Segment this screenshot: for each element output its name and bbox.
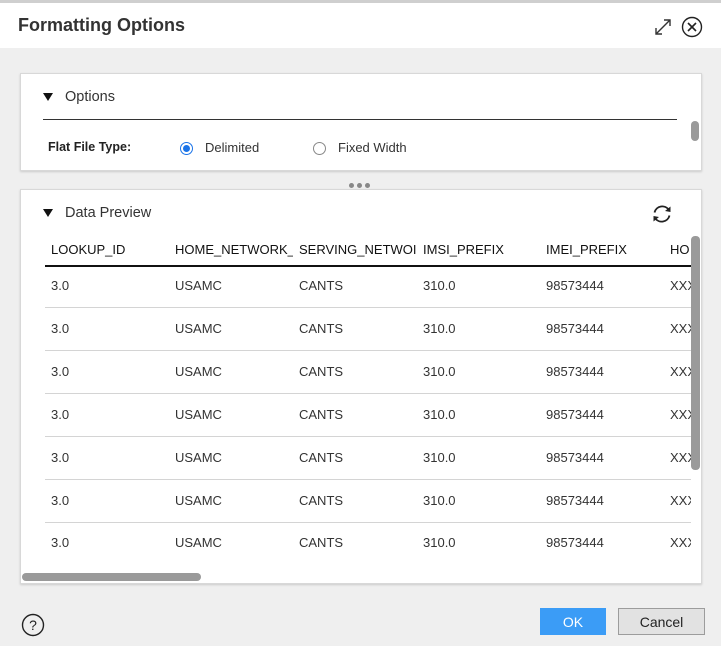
table-cell: CANTS	[299, 407, 344, 422]
table-cell: 310.0	[423, 450, 456, 465]
options-panel: Options Flat File Type: Delimited Fixed …	[20, 73, 702, 171]
table-row: 3.0 USAMC CANTS 310.0 98573444 XXX	[45, 522, 691, 564]
column-header: IMSI_PREFIX	[423, 242, 504, 257]
table-cell: 310.0	[423, 321, 456, 336]
table-cell: XXX	[670, 493, 691, 508]
table-cell: 98573444	[546, 364, 604, 379]
table-cell: 310.0	[423, 364, 456, 379]
options-scrollbar[interactable]	[691, 121, 699, 141]
dialog-header: Formatting Options	[0, 3, 721, 48]
table-cell: 98573444	[546, 535, 604, 550]
options-section-toggle[interactable]: Options	[43, 89, 115, 105]
collapse-triangle-icon	[43, 209, 53, 217]
table-cell: 310.0	[423, 493, 456, 508]
delimited-radio[interactable]	[180, 142, 193, 155]
options-divider	[43, 119, 677, 120]
table-cell: XXX	[670, 535, 691, 550]
column-header: LOOKUP_ID	[51, 242, 126, 257]
table-cell: USAMC	[175, 321, 222, 336]
delimited-radio-label[interactable]: Delimited	[205, 140, 259, 155]
table-cell: XXX	[670, 450, 691, 465]
fixed-width-radio[interactable]	[313, 142, 326, 155]
table-cell: USAMC	[175, 364, 222, 379]
table-cell: USAMC	[175, 278, 222, 293]
data-preview-panel: Data Preview LOOKUP_ID HOME_NETWORK_ SER…	[20, 189, 702, 584]
table-cell: 3.0	[51, 321, 70, 336]
table-row: 3.0 USAMC CANTS 310.0 98573444 XXX	[45, 394, 691, 437]
column-header: IMEI_PREFIX	[546, 242, 627, 257]
data-preview-section-label: Data Preview	[65, 205, 152, 221]
preview-horizontal-scrollbar[interactable]	[22, 573, 201, 581]
table-cell: 98573444	[546, 407, 604, 422]
table-cell: 98573444	[546, 450, 604, 465]
table-row: 3.0 USAMC CANTS 310.0 98573444 XXX	[45, 437, 691, 480]
table-cell: 3.0	[51, 364, 70, 379]
table-cell: 3.0	[51, 493, 70, 508]
table-cell: 310.0	[423, 407, 456, 422]
options-section-label: Options	[65, 89, 115, 105]
panel-splitter-handle[interactable]	[349, 176, 379, 188]
expand-icon[interactable]	[652, 16, 674, 38]
table-cell: USAMC	[175, 407, 222, 422]
collapse-triangle-icon	[43, 93, 53, 101]
table-header-row: LOOKUP_ID HOME_NETWORK_ SERVING_NETWOI I…	[45, 236, 691, 267]
dialog-title: Formatting Options	[18, 15, 185, 35]
table-cell: CANTS	[299, 278, 344, 293]
column-header: HO	[670, 242, 690, 257]
table-cell: USAMC	[175, 535, 222, 550]
fixed-width-radio-label[interactable]: Fixed Width	[338, 140, 407, 155]
table-cell: 310.0	[423, 278, 456, 293]
table-row: 3.0 USAMC CANTS 310.0 98573444 XXX	[45, 480, 691, 523]
refresh-icon[interactable]	[650, 202, 674, 226]
table-row: 3.0 USAMC CANTS 310.0 98573444 XXX	[45, 308, 691, 351]
table-cell: CANTS	[299, 321, 344, 336]
table-row: 3.0 USAMC CANTS 310.0 98573444 XXX	[45, 265, 691, 308]
column-header: HOME_NETWORK_	[175, 242, 293, 257]
table-cell: 98573444	[546, 321, 604, 336]
data-preview-section-toggle[interactable]: Data Preview	[43, 205, 151, 221]
table-cell: USAMC	[175, 493, 222, 508]
table-cell: 98573444	[546, 493, 604, 508]
table-cell: CANTS	[299, 450, 344, 465]
table-cell: 3.0	[51, 407, 70, 422]
table-cell: XXX	[670, 278, 691, 293]
table-cell: CANTS	[299, 493, 344, 508]
table-cell: USAMC	[175, 450, 222, 465]
table-row: 3.0 USAMC CANTS 310.0 98573444 XXX	[45, 351, 691, 394]
svg-text:?: ?	[29, 617, 37, 633]
cancel-button[interactable]: Cancel	[618, 608, 705, 635]
table-cell: 310.0	[423, 535, 456, 550]
help-icon[interactable]: ?	[21, 613, 45, 637]
column-header: SERVING_NETWOI	[299, 242, 417, 257]
table-cell: 3.0	[51, 278, 70, 293]
table-cell: 3.0	[51, 535, 70, 550]
preview-vertical-scrollbar[interactable]	[691, 236, 700, 470]
ok-button[interactable]: OK	[540, 608, 606, 635]
data-preview-grid: LOOKUP_ID HOME_NETWORK_ SERVING_NETWOI I…	[45, 236, 691, 564]
table-cell: CANTS	[299, 535, 344, 550]
close-icon[interactable]	[681, 16, 703, 38]
table-cell: 98573444	[546, 278, 604, 293]
table-cell: XXX	[670, 364, 691, 379]
table-cell: XXX	[670, 321, 691, 336]
table-cell: 3.0	[51, 450, 70, 465]
flat-file-type-label: Flat File Type:	[48, 140, 132, 154]
table-cell: XXX	[670, 407, 691, 422]
table-cell: CANTS	[299, 364, 344, 379]
